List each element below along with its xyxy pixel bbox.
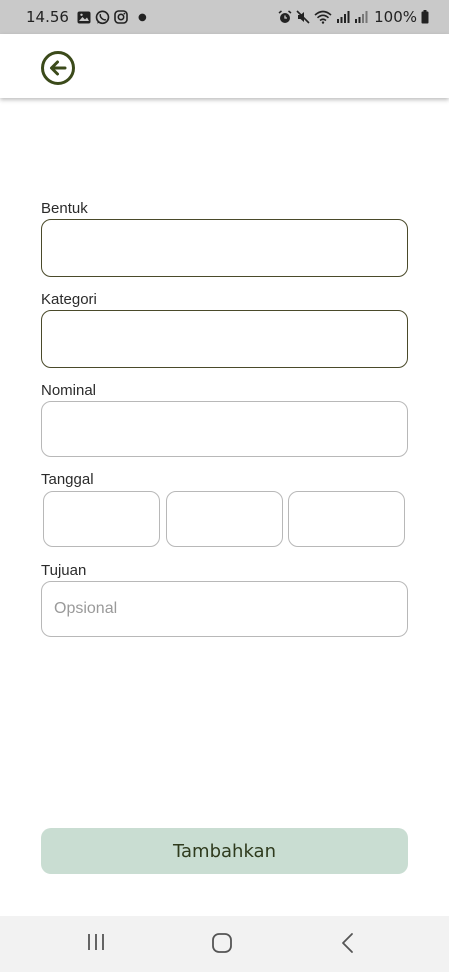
system-nav-bar <box>0 916 449 972</box>
tujuan-field[interactable] <box>41 581 408 637</box>
battery-percent: 100% <box>374 8 417 26</box>
status-bar-right: 100% <box>278 8 429 26</box>
home-icon <box>212 933 232 953</box>
home-button[interactable] <box>211 932 233 959</box>
whatsapp-icon <box>95 10 110 25</box>
tujuan-label: Tujuan <box>41 562 87 579</box>
back-icon <box>342 933 353 953</box>
mute-icon <box>296 10 310 24</box>
tanggal-month-field[interactable] <box>166 491 283 547</box>
tanggal-year-field[interactable] <box>288 491 405 547</box>
tanggal-month-input[interactable] <box>167 492 282 546</box>
kategori-label: Kategori <box>41 291 97 308</box>
tanggal-day-input[interactable] <box>44 492 159 546</box>
bentuk-label: Bentuk <box>41 200 88 217</box>
notification-dot-icon: ● <box>137 11 147 23</box>
status-bar: 14.56 ● 100% <box>0 0 449 34</box>
tujuan-input[interactable] <box>42 582 407 636</box>
tanggal-year-input[interactable] <box>289 492 404 546</box>
nominal-field[interactable] <box>41 401 408 457</box>
app-bar <box>0 34 449 98</box>
tambahkan-button[interactable]: Tambahkan <box>41 828 408 874</box>
back-button[interactable] <box>40 50 76 86</box>
kategori-input[interactable] <box>42 311 407 367</box>
nav-back-button[interactable] <box>340 932 356 959</box>
instagram-icon <box>114 10 128 24</box>
nominal-input[interactable] <box>42 402 407 456</box>
signal-icon <box>336 11 350 23</box>
battery-icon <box>421 10 429 24</box>
tanggal-day-field[interactable] <box>43 491 160 547</box>
bentuk-field[interactable] <box>41 219 408 277</box>
recent-apps-icon <box>88 934 104 950</box>
wifi-icon <box>314 10 332 24</box>
alarm-icon <box>278 10 292 24</box>
nominal-label: Nominal <box>41 382 97 399</box>
tanggal-label: Tanggal <box>41 471 94 488</box>
kategori-field[interactable] <box>41 310 408 368</box>
bentuk-input[interactable] <box>42 220 407 276</box>
status-time: 14.56 <box>26 8 69 26</box>
recent-apps-button[interactable] <box>86 932 106 957</box>
arrow-left-circle-icon <box>41 51 75 85</box>
signal-icon <box>354 11 368 23</box>
gallery-icon <box>77 11 91 24</box>
status-bar-left: 14.56 ● <box>26 8 147 26</box>
